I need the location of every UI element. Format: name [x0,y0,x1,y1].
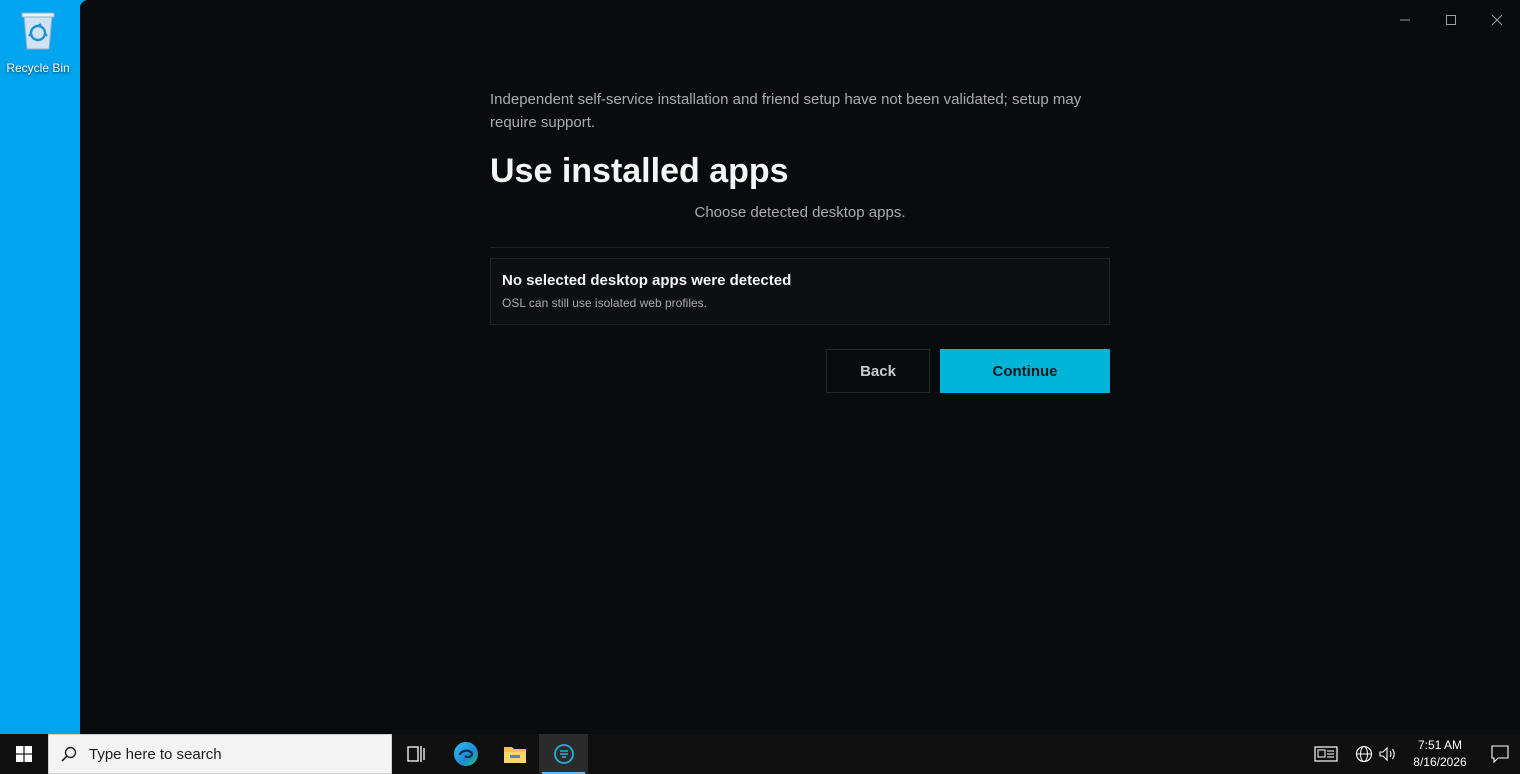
clock-date: 8/16/2026 [1413,755,1467,769]
minimize-icon [1400,19,1410,21]
page-title: Use installed apps [490,152,789,190]
news-widget-button[interactable] [1308,734,1344,774]
notification-icon [1491,745,1509,763]
minimize-button[interactable] [1382,0,1428,40]
volume-button[interactable] [1376,734,1400,774]
file-explorer-button[interactable] [490,734,539,774]
osl-app-button[interactable] [539,734,588,774]
globe-network-icon [1355,745,1373,763]
setup-content: Independent self-service installation an… [490,88,1110,393]
file-explorer-icon [503,747,526,763]
task-view-icon [406,746,425,762]
back-button[interactable]: Back [826,349,930,393]
osl-app-icon [553,744,574,764]
maximize-icon [1446,15,1456,25]
taskbar-search[interactable]: Type here to search [48,734,392,774]
window-controls [1382,0,1520,40]
detection-status-card: No selected desktop apps were detected O… [490,258,1110,325]
page-subtitle: Choose detected desktop apps. [694,204,906,221]
close-icon [1492,15,1502,25]
clock-time: 7:51 AM [1417,738,1463,752]
taskbar: Type here to search 7:51 AM 8/16/2026 [0,734,1520,774]
divider [490,247,1110,248]
validation-notice: Independent self-service installation an… [490,91,1082,131]
taskbar-clock[interactable]: 7:51 AM 8/16/2026 [1404,737,1476,771]
recycle-bin[interactable]: Recycle Bin [4,6,72,75]
detection-status-title: No selected desktop apps were detected [502,272,792,289]
windows-logo-icon [16,746,32,762]
app-window: Independent self-service installation an… [80,0,1520,734]
news-icon [1314,746,1338,762]
action-buttons: Back Continue [490,349,1110,393]
continue-button[interactable]: Continue [940,349,1110,393]
close-button[interactable] [1474,0,1520,40]
system-tray: 7:51 AM 8/16/2026 [1308,734,1520,774]
task-view-button[interactable] [392,734,441,774]
detection-status-subtitle: OSL can still use isolated web profiles. [502,296,707,310]
search-icon [61,746,77,762]
recycle-bin-icon [21,12,55,50]
start-button[interactable] [0,734,48,774]
speaker-volume-icon [1379,746,1395,762]
edge-button[interactable] [441,734,490,774]
network-button[interactable] [1352,734,1376,774]
edge-icon [453,742,478,766]
search-placeholder: Type here to search [89,745,222,763]
action-center-button[interactable] [1480,734,1520,774]
maximize-button[interactable] [1428,0,1474,40]
recycle-bin-label: Recycle Bin [6,61,70,75]
